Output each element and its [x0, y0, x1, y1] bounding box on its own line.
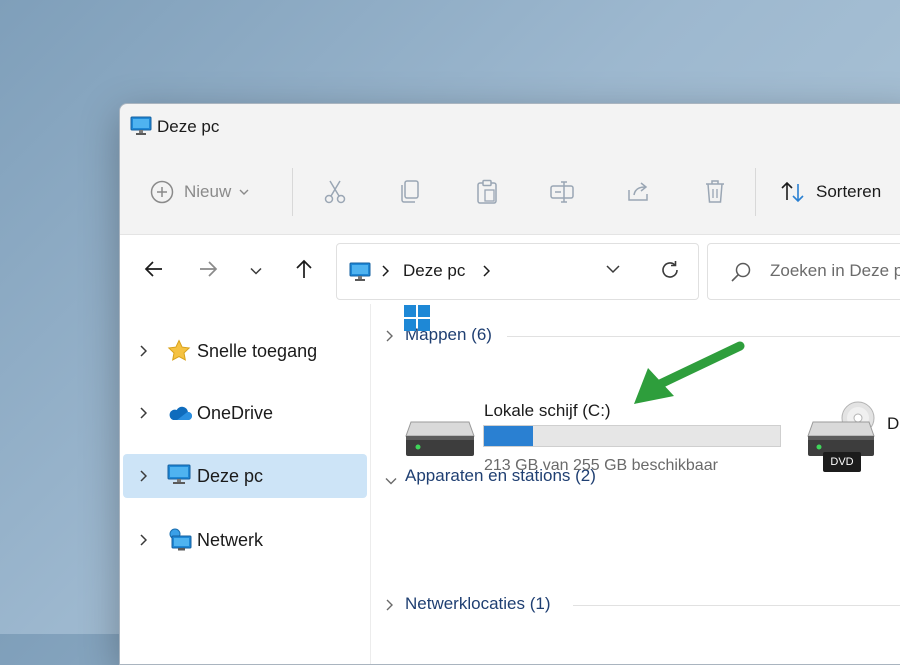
search-input[interactable]: Zoeken in Deze pc	[770, 261, 900, 281]
sidebar-item-onedrive[interactable]: OneDrive	[123, 391, 367, 435]
group-divider	[573, 605, 900, 606]
paste-button[interactable]	[472, 173, 502, 211]
address-dropdown-icon[interactable]	[605, 262, 621, 280]
search-box[interactable]: Zoeken in Deze pc	[707, 243, 900, 300]
forward-button[interactable]	[194, 257, 222, 285]
recent-locations-button[interactable]	[242, 257, 270, 285]
sidebar-item-this-pc[interactable]: Deze pc	[123, 454, 367, 498]
sort-button[interactable]: Sorteren	[780, 173, 881, 211]
new-button[interactable]: Nieuw	[150, 173, 249, 211]
star-icon	[167, 339, 191, 368]
chevron-right-icon[interactable]	[139, 406, 148, 424]
sidebar-item-network[interactable]: Netwerk	[123, 518, 367, 562]
sort-button-label: Sorteren	[816, 182, 882, 201]
chevron-down-icon	[239, 188, 249, 196]
chevron-right-icon[interactable]	[139, 469, 148, 487]
sidebar-item-label: Snelle toegang	[197, 341, 318, 361]
disk-usage-bar	[483, 425, 781, 447]
sort-arrows-icon	[780, 180, 806, 204]
group-header-network-locations[interactable]: Netwerklocaties (1)	[383, 592, 900, 618]
clipboard-icon	[476, 179, 498, 205]
title-bar: Deze pc	[120, 104, 900, 150]
share-button[interactable]	[623, 173, 653, 211]
cut-button[interactable]	[320, 173, 350, 211]
disk-usage-text: 213 GB van 255 GB beschikbaar	[484, 457, 718, 474]
new-button-label: Nieuw	[184, 182, 232, 201]
plus-circle-icon	[150, 180, 174, 204]
chevron-right-icon[interactable]	[139, 344, 148, 362]
up-button[interactable]	[290, 257, 318, 285]
navigation-bar: Deze pc Zoeken in Deze pc	[120, 234, 900, 305]
delete-button[interactable]	[700, 173, 730, 211]
search-icon	[730, 261, 752, 288]
refresh-icon[interactable]	[659, 259, 681, 286]
breadcrumb-location[interactable]: Deze pc	[403, 261, 465, 281]
disk-usage-fill	[484, 426, 533, 446]
cloud-icon	[167, 401, 193, 430]
sidebar-item-label: Deze pc	[197, 466, 264, 486]
chevron-down-icon	[250, 262, 262, 280]
address-bar[interactable]: Deze pc	[336, 243, 699, 300]
rename-button[interactable]	[547, 173, 577, 211]
copy-icon	[399, 179, 421, 205]
drive-name: Lokale schijf (C:)	[484, 401, 611, 420]
arrow-up-icon	[295, 259, 313, 284]
breadcrumb-separator-icon[interactable]	[381, 264, 390, 282]
chevron-right-icon[interactable]	[139, 533, 148, 551]
rename-icon	[549, 180, 575, 204]
chevron-right-icon[interactable]	[385, 598, 393, 616]
hard-drive-icon	[405, 420, 475, 465]
explorer-window: Deze pc Nieuw Sorteren Deze pc Zoeken in…	[119, 103, 900, 665]
arrow-right-icon	[198, 260, 218, 283]
scissors-icon	[323, 179, 347, 205]
share-icon	[625, 180, 651, 204]
sidebar-item-quick-access[interactable]: Snelle toegang	[123, 329, 367, 373]
breadcrumb-separator-icon[interactable]	[482, 264, 491, 282]
sidebar-item-label: Netwerk	[197, 530, 264, 550]
monitor-icon	[349, 262, 371, 287]
toolbar-separator	[292, 168, 293, 216]
sidebar-item-label: OneDrive	[197, 403, 274, 423]
command-bar: Nieuw Sorteren	[120, 150, 900, 234]
drive-name: D	[887, 414, 900, 433]
window-title: Deze pc	[157, 117, 220, 136]
chevron-down-icon[interactable]	[385, 472, 397, 490]
navigation-pane: Snelle toegang OneDrive Deze pc Netwerk	[120, 304, 371, 664]
trash-icon	[704, 179, 726, 205]
toolbar-separator	[755, 168, 756, 216]
arrow-left-icon	[144, 260, 164, 283]
dvd-badge: DVD	[823, 452, 861, 472]
monitor-icon	[167, 464, 191, 491]
annotation-arrow-icon	[634, 341, 745, 404]
copy-button[interactable]	[395, 173, 425, 211]
group-label: Netwerklocaties (1)	[405, 594, 551, 613]
network-icon	[167, 528, 193, 557]
back-button[interactable]	[140, 257, 168, 285]
monitor-icon	[130, 116, 152, 141]
